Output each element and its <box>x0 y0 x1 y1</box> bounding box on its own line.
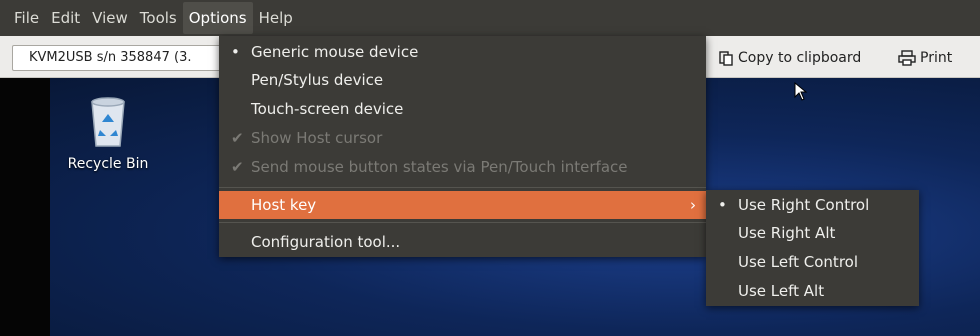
desktop-border <box>0 78 50 336</box>
menu-item-label: Send mouse button states via Pen/Touch i… <box>251 158 628 176</box>
menu-separator <box>219 222 706 223</box>
menu-item-label: Host key <box>251 196 317 214</box>
menu-options[interactable]: Options <box>182 2 253 34</box>
menu-item-label: Touch-screen device <box>251 100 404 118</box>
menu-help[interactable]: Help <box>253 2 299 34</box>
menu-item-label: Show Host cursor <box>251 129 383 147</box>
menu-item-use-left-control[interactable]: Use Left Control <box>706 248 919 276</box>
menu-item-touch-screen[interactable]: Touch-screen device <box>219 95 706 123</box>
menu-edit[interactable]: Edit <box>45 2 86 34</box>
recycle-bin[interactable]: Recycle Bin <box>58 92 158 172</box>
menu-item-label: Use Right Control <box>738 196 870 214</box>
menu-item-use-right-alt[interactable]: Use Right Alt <box>706 219 919 247</box>
menu-item-configuration-tool[interactable]: Configuration tool... <box>219 228 706 256</box>
copy-to-clipboard-button[interactable]: Copy to clipboard <box>718 47 861 69</box>
menu-item-label: Use Right Alt <box>738 224 836 242</box>
menu-tools[interactable]: Tools <box>134 2 183 34</box>
menu-item-send-mouse-states: ✔ Send mouse button states via Pen/Touch… <box>219 153 706 181</box>
device-selector[interactable]: KVM2USB s/n 358847 (3. <box>12 45 242 71</box>
menu-view[interactable]: View <box>86 2 134 34</box>
menu-item-label: Use Left Alt <box>738 282 825 300</box>
menu-item-label: Configuration tool... <box>251 233 401 251</box>
recycle-bin-label: Recycle Bin <box>67 156 149 172</box>
options-menu: • Generic mouse device Pen/Stylus device… <box>219 36 706 257</box>
menu-item-label: Use Left Control <box>738 253 858 271</box>
menu-file[interactable]: File <box>8 2 45 34</box>
menu-item-label: Pen/Stylus device <box>251 71 384 89</box>
recycle-bin-icon <box>91 97 125 147</box>
copy-to-clipboard-label: Copy to clipboard <box>738 50 862 66</box>
menu-separator <box>219 187 706 188</box>
mouse-cursor-icon <box>794 82 808 101</box>
checkmark-icon: ✔ <box>231 158 244 176</box>
menu-item-use-left-alt[interactable]: Use Left Alt <box>706 277 919 305</box>
menu-item-pen-stylus[interactable]: Pen/Stylus device <box>219 66 706 94</box>
submenu-arrow-icon: › <box>690 196 696 214</box>
printer-icon <box>898 50 916 66</box>
menu-item-use-right-control[interactable]: • Use Right Control <box>706 191 919 219</box>
print-button[interactable]: Print <box>898 47 952 69</box>
menu-item-host-key[interactable]: Host key › <box>219 191 706 219</box>
menu-item-show-host-cursor: ✔ Show Host cursor <box>219 124 706 152</box>
clipboard-icon <box>719 51 733 66</box>
print-label: Print <box>920 50 953 66</box>
menu-bar: File Edit View Tools Options Help <box>0 0 980 36</box>
checkmark-icon: ✔ <box>231 129 244 147</box>
host-key-submenu: • Use Right Control Use Right Alt Use Le… <box>706 190 919 306</box>
menu-item-generic-mouse[interactable]: • Generic mouse device <box>219 38 706 66</box>
menu-item-label: Generic mouse device <box>251 43 419 61</box>
radio-selected-icon: • <box>231 43 240 61</box>
radio-selected-icon: • <box>718 196 727 214</box>
